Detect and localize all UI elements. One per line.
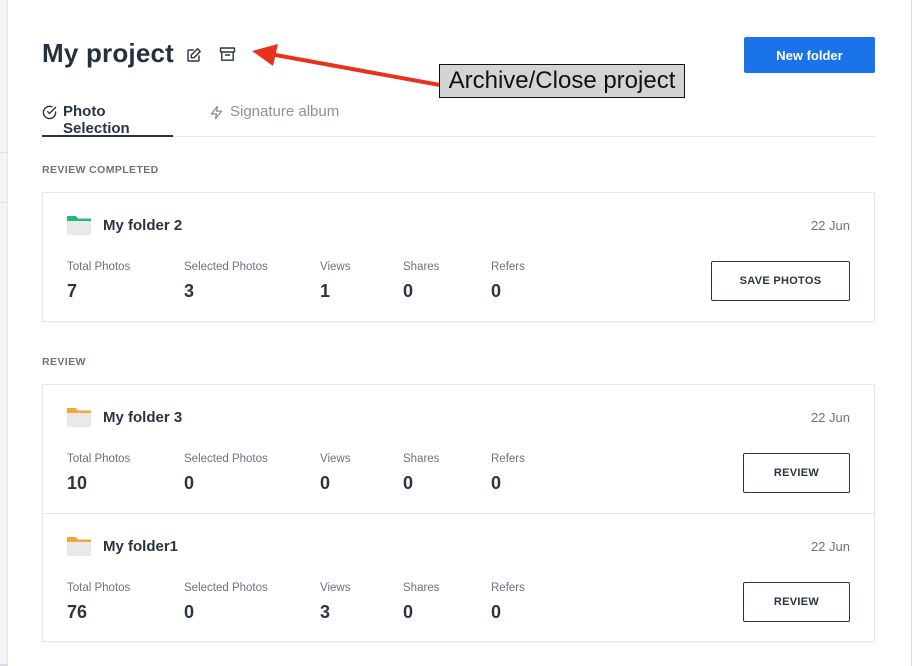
stat-value: 7 (67, 281, 78, 301)
stat-label: Shares (403, 582, 440, 594)
stat-label: Selected Photos (184, 582, 268, 594)
stat-value: 3 (320, 602, 331, 622)
stat-views: Views 0 (320, 453, 350, 494)
folder-row[interactable]: My folder1 22 Jun Total Photos 76 Select… (43, 513, 874, 641)
stat-total-photos: Total Photos 10 (67, 453, 130, 494)
annotation-arrow-icon (252, 44, 442, 87)
review-button[interactable]: REVIEW (743, 582, 850, 622)
stat-label: Total Photos (67, 453, 131, 465)
folder-card-group: My folder 3 22 Jun Total Photos 10 Selec… (42, 384, 875, 642)
stat-label: Refers (491, 582, 525, 594)
folder-row[interactable]: My folder 3 22 Jun Total Photos 10 Selec… (43, 385, 874, 513)
stat-label: Views (320, 453, 351, 465)
stat-total-photos: Total Photos 76 (67, 582, 130, 623)
stat-label: Refers (491, 261, 525, 273)
stat-refers: Refers 0 (491, 582, 525, 623)
section-label-review: REVIEW (42, 356, 86, 368)
stat-value: 0 (403, 281, 414, 301)
stat-shares: Shares 0 (403, 582, 439, 623)
stat-value: 0 (491, 281, 502, 301)
stat-value: 0 (491, 473, 502, 493)
folder-date: 22 Jun (810, 218, 850, 233)
stat-value: 0 (184, 473, 195, 493)
archive-icon[interactable] (219, 46, 237, 64)
stat-value: 0 (320, 473, 331, 493)
stat-shares: Shares 0 (403, 453, 439, 494)
folder-name: My folder 3 (103, 409, 183, 426)
stat-total-photos: Total Photos 7 (67, 261, 130, 302)
stat-selected-photos: Selected Photos 0 (184, 453, 268, 494)
stat-label: Shares (403, 261, 440, 273)
folder-date: 22 Jun (810, 539, 850, 554)
lightning-icon (210, 105, 223, 120)
tab-bar: Photo Selection Signature album (42, 103, 875, 137)
stat-refers: Refers 0 (491, 453, 525, 494)
stat-selected-photos: Selected Photos 0 (184, 582, 268, 623)
folder-name: My folder 2 (103, 217, 183, 234)
tab-label: Photo Selection (63, 103, 130, 137)
stat-label: Selected Photos (184, 261, 268, 273)
stat-value: 0 (184, 602, 195, 622)
stat-value: 76 (67, 602, 88, 622)
tab-photo-selection[interactable]: Photo Selection (42, 103, 173, 137)
stat-value: 0 (403, 473, 414, 493)
new-folder-button[interactable]: New folder (744, 37, 875, 73)
stat-value: 1 (320, 281, 331, 301)
stat-views: Views 1 (320, 261, 350, 302)
project-panel: My project New folder Archive/Close proj… (8, 0, 912, 666)
stat-label: Total Photos (67, 582, 131, 594)
stat-label: Total Photos (67, 261, 131, 273)
stat-value: 10 (67, 473, 88, 493)
background-sidebar-edge (0, 0, 8, 666)
stat-value: 3 (184, 281, 195, 301)
save-photos-button[interactable]: SAVE PHOTOS (711, 261, 850, 301)
stat-selected-photos: Selected Photos 3 (184, 261, 268, 302)
stat-refers: Refers 0 (491, 261, 525, 302)
stat-value: 0 (491, 602, 502, 622)
folder-name: My folder1 (103, 538, 179, 555)
folder-date: 22 Jun (810, 410, 850, 425)
folder-icon (67, 216, 91, 235)
section-label-review-completed: REVIEW COMPLETED (42, 164, 159, 176)
stat-views: Views 3 (320, 582, 350, 623)
stat-shares: Shares 0 (403, 261, 439, 302)
folder-icon (67, 537, 91, 556)
stat-label: Shares (403, 453, 440, 465)
page-title: My project (42, 38, 175, 68)
folder-card-group: My folder 2 22 Jun Total Photos 7 Select… (42, 192, 875, 322)
edit-icon[interactable] (186, 47, 204, 65)
folder-row[interactable]: My folder 2 22 Jun Total Photos 7 Select… (43, 193, 874, 321)
stat-label: Views (320, 261, 351, 273)
stat-label: Selected Photos (184, 453, 268, 465)
folder-icon (67, 408, 91, 427)
stat-label: Refers (491, 453, 525, 465)
tab-label: Signature album (230, 103, 340, 120)
review-button[interactable]: REVIEW (743, 453, 850, 493)
check-circle-icon (42, 105, 57, 120)
annotation-label: Archive/Close project (439, 64, 685, 98)
stat-value: 0 (403, 602, 414, 622)
stat-label: Views (320, 582, 351, 594)
tab-signature-album[interactable]: Signature album (209, 103, 339, 137)
